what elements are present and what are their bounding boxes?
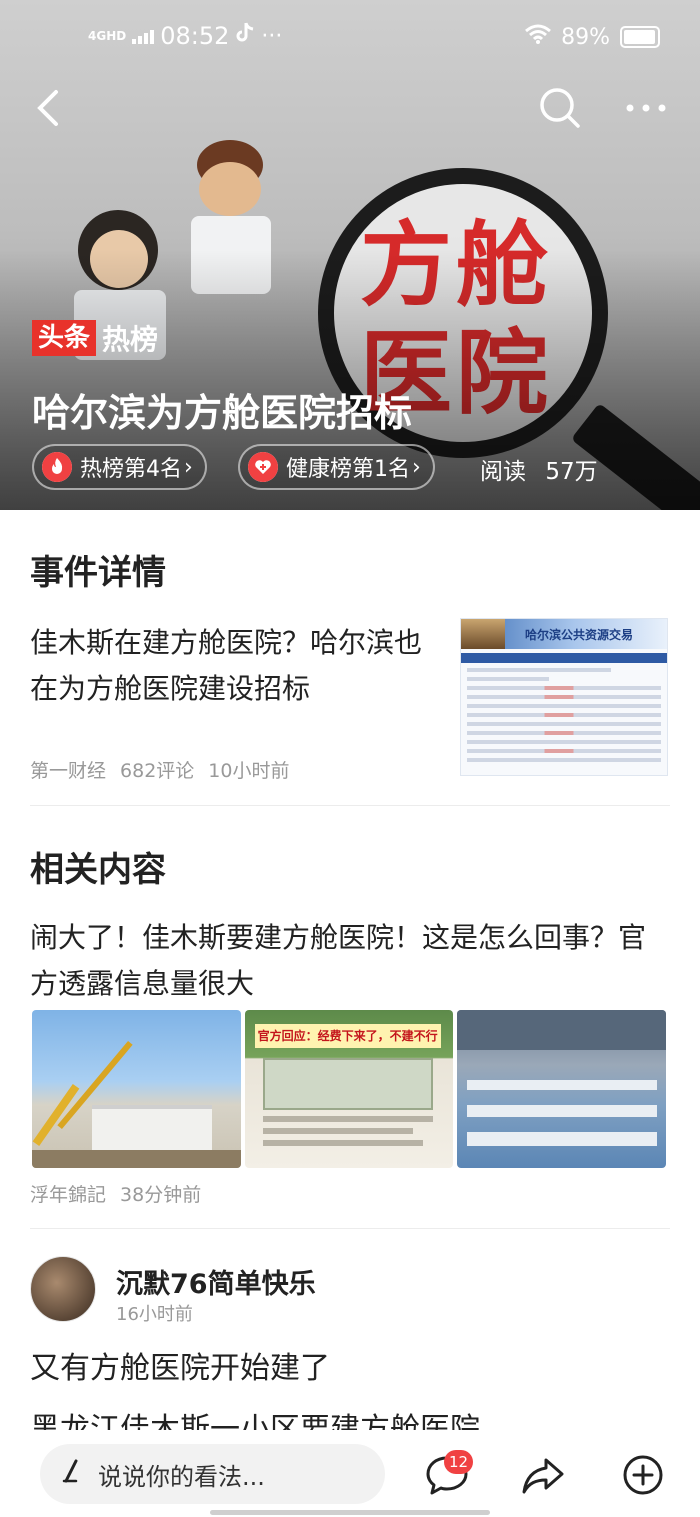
wifi-icon [525, 24, 552, 50]
more-status-icon: ··· [261, 23, 283, 49]
comment-count-badge: 12 [444, 1450, 474, 1474]
more-icon [626, 104, 666, 112]
home-indicator[interactable] [210, 1510, 490, 1515]
read-count: 阅读 57万 [480, 452, 598, 486]
related-article-title[interactable]: 闹大了！佳木斯要建方舱医院！这是怎么回事？官方透露信息量很大 [30, 915, 650, 1007]
status-bar: 4GHD 08:52 ··· 89% [0, 18, 700, 62]
thumb-line [467, 722, 661, 726]
share-icon [522, 1458, 564, 1494]
post-user-name[interactable]: 沉默76简单快乐 [116, 1262, 316, 1301]
thumb-header: 哈尔滨公共资源交易 [461, 619, 667, 649]
related-article-meta: 浮年錦記 38分钟前 [30, 1180, 201, 1207]
photo-caption: 官方回应：经费下来了，不建不行 [254, 1024, 441, 1048]
thumb-line [467, 695, 661, 699]
article-time: 10小时前 [208, 760, 290, 782]
article-time: 38分钟前 [120, 1184, 202, 1206]
thumb-nav [461, 653, 667, 663]
thumb-line [467, 686, 661, 690]
comment-placeholder: 说说你的看法... [98, 1462, 265, 1491]
pen-icon [62, 1459, 86, 1489]
related-photo-row[interactable]: 官方回应：经费下来了，不建不行 [32, 1010, 667, 1168]
search-button[interactable] [536, 84, 584, 132]
read-label: 阅读 [480, 459, 526, 485]
tiktok-icon [235, 22, 255, 50]
back-button[interactable] [26, 84, 74, 132]
article-comments[interactable]: 682评论 [120, 756, 194, 783]
read-value: 57万 [545, 459, 598, 485]
thumb-line [467, 677, 550, 681]
photo-notice-board[interactable]: 官方回应：经费下来了，不建不行 [244, 1010, 454, 1168]
event-article-thumbnail[interactable]: 哈尔滨公共资源交易 [460, 618, 668, 776]
event-article-title[interactable]: 佳木斯在建方舱医院？哈尔滨也在为方舱医院建设招标 [30, 620, 445, 712]
thumb-line [467, 758, 661, 762]
back-arrow-icon [37, 90, 58, 126]
hero-banner: 方舱医院 4GHD 08:52 ··· 89% [0, 0, 700, 510]
health-rank-pill[interactable]: 健康榜第1名 › [238, 444, 435, 490]
hot-list-brand: 头条 热榜 [32, 318, 158, 358]
thumb-logo [461, 619, 505, 649]
article-source: 第一财经 [30, 760, 107, 782]
thumb-line [467, 731, 661, 735]
post-time: 16小时前 [116, 1304, 193, 1325]
battery-icon [620, 26, 660, 48]
hot-rank-pill[interactable]: 热榜第4名 › [32, 444, 207, 490]
network-indicator: 4GHD [88, 29, 127, 43]
thumb-line [467, 749, 661, 753]
share-button[interactable] [520, 1452, 566, 1498]
divider [30, 805, 670, 806]
thumb-line [467, 704, 661, 708]
thumb-line [467, 668, 612, 672]
plus-circle-icon [623, 1455, 663, 1495]
brand-text: 热榜 [102, 323, 159, 356]
search-icon [540, 88, 580, 128]
thumb-line [467, 713, 661, 717]
event-article-meta: 第一财经 682评论 10小时前 [30, 756, 289, 783]
health-rank-label: 健康榜第1名 [286, 457, 410, 482]
status-time: 08:52 [160, 22, 230, 50]
thumb-header-text: 哈尔滨公共资源交易 [525, 627, 634, 642]
brand-box: 头条 [32, 320, 97, 356]
article-source: 浮年錦記 [30, 1184, 107, 1206]
signal-icon [132, 22, 155, 50]
thumb-line [467, 740, 661, 744]
chevron-right-icon: › [412, 454, 421, 480]
avatar[interactable] [30, 1256, 96, 1322]
chevron-right-icon: › [184, 454, 193, 480]
post-text-continued[interactable]: 黑龙江佳木斯一小区要建方舱医院 [30, 1410, 480, 1430]
related-section-title: 相关内容 [30, 850, 166, 890]
fire-icon [42, 452, 72, 482]
comment-input[interactable]: 说说你的看法... [40, 1444, 385, 1504]
divider [30, 1228, 670, 1229]
more-button[interactable] [622, 84, 670, 132]
post-text[interactable]: 又有方舱医院开始建了 [30, 1343, 330, 1387]
event-section-title: 事件详情 [30, 553, 166, 593]
hot-rank-label: 热榜第4名 [80, 457, 182, 482]
page-title: 哈尔滨为方舱医院招标 [32, 391, 413, 435]
add-button[interactable] [620, 1452, 666, 1498]
photo-construction-site[interactable] [32, 1010, 241, 1168]
bottom-bar: 说说你的看法... 12 [0, 1430, 700, 1517]
battery-percent: 89% [561, 24, 610, 50]
health-icon [248, 452, 278, 482]
photo-cabin-hospital-interior[interactable] [457, 1010, 667, 1168]
